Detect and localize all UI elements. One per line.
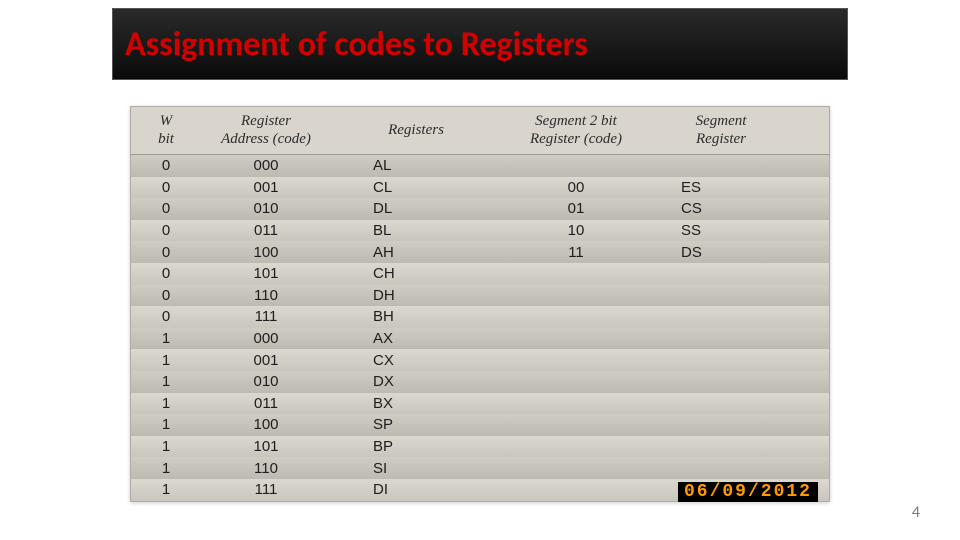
cell-reg-addr: 100	[201, 244, 331, 261]
cell-w-bit: 1	[131, 373, 201, 390]
cell-reg-addr: 011	[201, 395, 331, 412]
register-code-table: W bit Register Address (code) Registers …	[130, 106, 830, 502]
col-registers-l1: Registers	[388, 122, 444, 139]
cell-register: BP	[331, 438, 501, 455]
cell-reg-addr: 001	[201, 352, 331, 369]
table-body: 0000AL0001CL00ES0010DL01CS0011BL10SS0100…	[131, 155, 829, 501]
camera-datestamp: 06/09/2012	[678, 482, 818, 502]
cell-w-bit: 1	[131, 438, 201, 455]
cell-w-bit: 0	[131, 200, 201, 217]
cell-register: BH	[331, 308, 501, 325]
col-seg-code: Segment 2 bit Register (code)	[501, 107, 651, 154]
cell-seg-reg: SS	[651, 222, 791, 239]
table-row: 0010DL01CS	[131, 198, 829, 220]
cell-seg-code: 01	[501, 200, 651, 217]
cell-reg-addr: 000	[201, 157, 331, 174]
cell-reg-addr: 111	[201, 308, 331, 325]
cell-register: BL	[331, 222, 501, 239]
table-header: W bit Register Address (code) Registers …	[131, 107, 829, 155]
col-w-bit-l1: W	[160, 113, 173, 130]
cell-w-bit: 1	[131, 460, 201, 477]
cell-register: CH	[331, 265, 501, 282]
table-row: 1100SP	[131, 414, 829, 436]
cell-register: SP	[331, 416, 501, 433]
table-row: 0000AL	[131, 155, 829, 177]
table-row: 1000AX	[131, 328, 829, 350]
page-number: 4	[912, 503, 920, 522]
cell-reg-addr: 010	[201, 200, 331, 217]
cell-w-bit: 0	[131, 179, 201, 196]
cell-seg-code: 11	[501, 244, 651, 261]
table-row: 0100AH11DS	[131, 241, 829, 263]
cell-seg-reg: CS	[651, 200, 791, 217]
cell-register: AX	[331, 330, 501, 347]
cell-w-bit: 0	[131, 157, 201, 174]
col-seg-code-l2: Register (code)	[530, 131, 622, 148]
cell-register: AH	[331, 244, 501, 261]
cell-register: DI	[331, 481, 501, 498]
cell-register: DH	[331, 287, 501, 304]
cell-register: DL	[331, 200, 501, 217]
cell-w-bit: 0	[131, 265, 201, 282]
title-bar: Assignment of codes to Registers	[112, 8, 848, 80]
cell-register: SI	[331, 460, 501, 477]
col-seg-reg-l1: Segment	[696, 113, 747, 130]
cell-w-bit: 1	[131, 330, 201, 347]
cell-seg-code: 00	[501, 179, 651, 196]
col-reg-addr-l1: Register	[241, 113, 291, 130]
cell-w-bit: 1	[131, 416, 201, 433]
table-row: 0011BL10SS	[131, 220, 829, 242]
cell-reg-addr: 010	[201, 373, 331, 390]
col-seg-reg-l2: Register	[696, 131, 746, 148]
slide-title: Assignment of codes to Registers	[125, 24, 588, 65]
col-w-bit: W bit	[131, 107, 201, 154]
cell-w-bit: 0	[131, 308, 201, 325]
table-row: 0111BH	[131, 306, 829, 328]
cell-reg-addr: 101	[201, 438, 331, 455]
cell-register: AL	[331, 157, 501, 174]
cell-reg-addr: 110	[201, 460, 331, 477]
col-seg-code-l1: Segment 2 bit	[535, 113, 617, 130]
cell-seg-code: 10	[501, 222, 651, 239]
table-row: 1101BP	[131, 436, 829, 458]
cell-reg-addr: 011	[201, 222, 331, 239]
col-w-bit-l2: bit	[158, 131, 174, 148]
cell-w-bit: 0	[131, 244, 201, 261]
cell-w-bit: 1	[131, 352, 201, 369]
cell-reg-addr: 001	[201, 179, 331, 196]
cell-reg-addr: 110	[201, 287, 331, 304]
table-row: 1110SI	[131, 457, 829, 479]
col-reg-addr: Register Address (code)	[201, 107, 331, 154]
col-registers: Registers	[331, 107, 501, 154]
table-row: 0110DH	[131, 285, 829, 307]
cell-register: CX	[331, 352, 501, 369]
table-row: 1010DX	[131, 371, 829, 393]
col-reg-addr-l2: Address (code)	[221, 131, 311, 148]
cell-w-bit: 1	[131, 481, 201, 498]
cell-w-bit: 0	[131, 222, 201, 239]
table-row: 1001CX	[131, 349, 829, 371]
table-row: 1011BX	[131, 393, 829, 415]
cell-w-bit: 1	[131, 395, 201, 412]
cell-register: DX	[331, 373, 501, 390]
cell-register: BX	[331, 395, 501, 412]
cell-w-bit: 0	[131, 287, 201, 304]
table-row: 0101CH	[131, 263, 829, 285]
cell-register: CL	[331, 179, 501, 196]
cell-reg-addr: 111	[201, 481, 331, 498]
cell-reg-addr: 000	[201, 330, 331, 347]
cell-reg-addr: 100	[201, 416, 331, 433]
col-seg-reg: Segment Register	[651, 107, 791, 154]
cell-seg-reg: ES	[651, 179, 791, 196]
cell-seg-reg: DS	[651, 244, 791, 261]
cell-reg-addr: 101	[201, 265, 331, 282]
table-row: 0001CL00ES	[131, 177, 829, 199]
